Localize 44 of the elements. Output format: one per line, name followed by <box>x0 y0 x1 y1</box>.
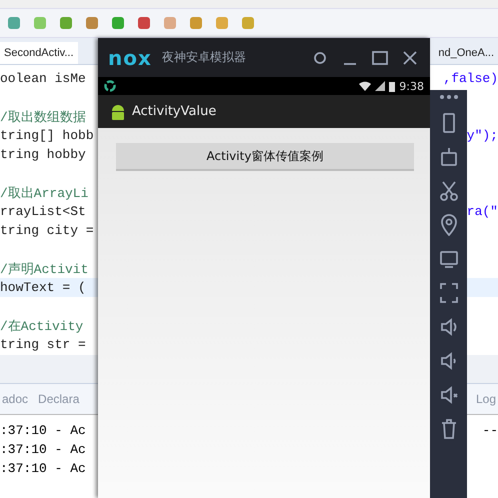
code-text: y"); <box>466 128 498 143</box>
toolbar-tool-icon[interactable] <box>6 15 22 31</box>
toolbar-tool-icon[interactable] <box>84 15 100 31</box>
code-text: howText = ( <box>0 280 86 295</box>
console-text: :37:10 - Ac <box>0 461 86 478</box>
code-text: rrayList<St <box>0 204 86 219</box>
code-comment: /声明Activit <box>0 260 88 278</box>
location-icon[interactable] <box>438 214 458 236</box>
monitor-icon[interactable] <box>438 248 458 270</box>
mute-icon[interactable] <box>438 384 458 406</box>
code-text: tring[] hobb <box>0 128 94 143</box>
volume-down-icon[interactable] <box>438 350 458 372</box>
code-comment: /在Activity <box>0 318 84 334</box>
robot-icon[interactable] <box>438 146 458 168</box>
console-text: -- <box>482 423 498 440</box>
console-text: :37:10 - Ac <box>0 423 86 440</box>
toolbar-tool-icon[interactable] <box>136 15 152 31</box>
signal-icon <box>375 81 386 91</box>
editor-tab[interactable]: SecondActiv... <box>0 42 78 64</box>
wifi-icon <box>359 81 372 91</box>
toolbar-tool-icon[interactable] <box>58 15 74 31</box>
code-text: tring str = <box>0 337 86 352</box>
volume-up-icon[interactable] <box>438 316 458 338</box>
code-text: ,false) <box>443 71 498 86</box>
android-icon <box>110 102 126 120</box>
app-logo: nox <box>108 46 152 70</box>
app-title: ActivityValue <box>132 104 216 119</box>
console-text: :37:10 - Ac <box>0 442 86 459</box>
code-text: tring city = <box>0 223 94 238</box>
battery-icon <box>389 80 396 92</box>
fullscreen-icon[interactable] <box>438 282 458 304</box>
editor-tab[interactable]: nd_OneA... <box>434 42 498 64</box>
code-text: ra(" <box>466 204 498 219</box>
window-title: 夜神安卓模拟器 <box>162 49 247 66</box>
more-icon[interactable] <box>438 94 458 100</box>
code-comment: /取出数组数据 <box>0 108 86 126</box>
code-text: oolean isMe <box>0 71 86 86</box>
toolbar-tool-icon[interactable] <box>110 15 126 31</box>
code-comment: /取出ArrayLi <box>0 184 88 202</box>
code-text: tring hobby <box>0 147 86 162</box>
activity-button[interactable]: Activity窗体传值案例 <box>116 143 414 171</box>
scissors-icon[interactable] <box>438 180 458 202</box>
app-icon <box>104 80 116 92</box>
clock-text: 9:38 <box>399 80 424 92</box>
